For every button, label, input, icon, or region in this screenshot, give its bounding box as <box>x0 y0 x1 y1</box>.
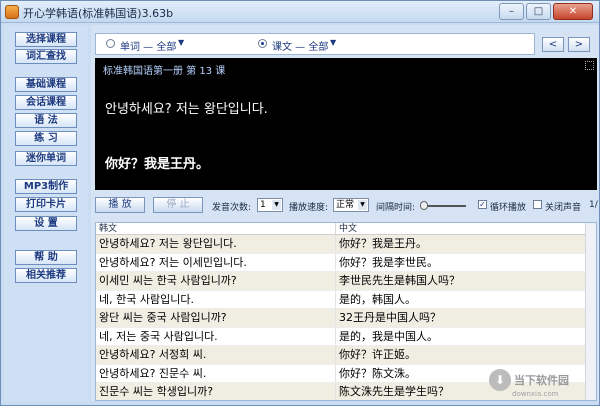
sidebar-item-exercise[interactable]: 练 习 <box>15 131 77 146</box>
text-filter-label[interactable]: 课文 — 全部 <box>272 38 328 53</box>
korean-cell: 네, 한국 사람입니다. <box>96 290 336 308</box>
play-button[interactable]: 播 放 <box>95 197 145 213</box>
sidebar-item-select-course[interactable]: 选择课程 <box>15 32 77 47</box>
window-controls: – □ ✕ <box>497 3 593 20</box>
table-row[interactable]: 안녕하세요? 서정희 씨. 你好？许正姬。 <box>96 346 596 365</box>
playback-controls: 播 放 停 止 发音次数: 1 ▼ 播放速度: 正常 ▼ 间隔时间: ✓ 循环播… <box>95 195 599 217</box>
repeat-label: 发音次数: <box>212 203 252 213</box>
sidebar-item-settings[interactable]: 设 置 <box>15 216 77 231</box>
close-button[interactable]: ✕ <box>553 3 593 20</box>
sidebar-item-mini-words[interactable]: 迷你单词 <box>15 151 77 166</box>
table-row[interactable]: 안녕하세요? 저는 이세민입니다. 你好？我是李世民。 <box>96 253 596 272</box>
watermark-domain: downxia.com <box>512 390 559 398</box>
korean-cell: 안녕하세요? 진문수 씨. <box>96 364 336 382</box>
korean-cell: 네, 저는 중국 사람입니다. <box>96 327 336 345</box>
speed-label: 播放速度: <box>289 203 329 213</box>
interval-slider-thumb[interactable] <box>420 201 428 210</box>
chinese-cell: 是的，我是中国人。 <box>339 329 438 343</box>
chinese-cell: 你好？我是王丹。 <box>339 237 427 250</box>
column-header-korean[interactable]: 韩文 <box>96 223 336 234</box>
korean-cell: 진문수 씨는 학생입니까? <box>96 383 336 400</box>
table-row[interactable]: 안녕하세요? 저는 왕단입니다. 你好？我是王丹。 <box>96 235 596 254</box>
minimize-button[interactable]: – <box>499 3 524 20</box>
sidebar-item-related[interactable]: 相关推荐 <box>15 268 77 283</box>
lesson-title: 标准韩国语第一册 第 13 课 <box>103 66 226 77</box>
sidebar-item-word-search[interactable]: 词汇查找 <box>15 49 77 64</box>
filter-bar: 单词 — 全部 ▼ 课文 — 全部 ▼ <box>95 33 535 55</box>
sidebar: 选择课程 词汇查找 基础课程 会话课程 语 法 练 习 迷你单词 MP3制作 打… <box>4 25 88 401</box>
table-row[interactable]: 왕단 씨는 중국 사람입니까? 32王丹是中国人吗？ <box>96 309 596 328</box>
lesson-display: 标准韩国语第一册 第 13 课 안녕하세요? 저는 왕단입니다. 你好？我是王丹… <box>95 58 597 190</box>
chinese-cell: 李世民先生是韩国人吗？ <box>339 274 460 287</box>
text-radio[interactable] <box>258 39 267 48</box>
chevron-down-icon[interactable]: ▼ <box>330 38 336 47</box>
prev-button[interactable]: < <box>542 37 564 52</box>
sidebar-item-print-cards[interactable]: 打印卡片 <box>15 197 77 212</box>
chevron-down-icon[interactable]: ▼ <box>358 200 367 210</box>
column-header-chinese[interactable]: 中文 <box>336 223 357 234</box>
interval-label: 间隔时间: <box>376 203 416 213</box>
app-window: 开心学韩语(标准韩国语)3.63b – □ ✕ 选择课程 词汇查找 基础课程 会… <box>0 0 600 406</box>
korean-cell: 안녕하세요? 저는 이세민입니다. <box>96 253 336 271</box>
page-indicator: 1/ <box>589 200 598 210</box>
main-panel: 单词 — 全部 ▼ 课文 — 全部 ▼ < > 标准韩国语第一册 第 13 课 … <box>91 25 599 401</box>
korean-cell: 이세민 씨는 한국 사람입니까? <box>96 272 336 290</box>
korean-sentence: 안녕하세요? 저는 왕단입니다. <box>105 102 268 117</box>
korean-cell: 왕단 씨는 중국 사람입니까? <box>96 309 336 327</box>
download-arrow-icon: ⬇ <box>489 369 511 391</box>
mute-checkbox[interactable] <box>533 200 542 209</box>
mute-label: 关闭声音 <box>545 203 582 213</box>
title-bar: 开心学韩语(标准韩国语)3.63b – □ ✕ <box>1 1 599 23</box>
table-row[interactable]: 네, 저는 중국 사람입니다. 是的，我是中国人。 <box>96 327 596 346</box>
sidebar-item-basic-course[interactable]: 基础课程 <box>15 77 77 92</box>
sidebar-item-help[interactable]: 帮 助 <box>15 250 77 265</box>
word-radio[interactable] <box>106 39 115 48</box>
sidebar-item-grammar[interactable]: 语 法 <box>15 113 77 128</box>
loop-label: 循环播放 <box>490 203 527 213</box>
vertical-scrollbar[interactable] <box>585 223 596 400</box>
table-row[interactable]: 이세민 씨는 한국 사람입니까? 李世民先生是韩国人吗？ <box>96 272 596 291</box>
sidebar-item-conversation-course[interactable]: 会话课程 <box>15 95 77 110</box>
watermark: ⬇ 当下软件园 <box>489 369 569 391</box>
chevron-down-icon[interactable]: ▼ <box>272 200 281 210</box>
app-icon <box>5 5 19 19</box>
watermark-name: 当下软件园 <box>514 374 569 387</box>
chinese-sentence: 你好？我是王丹。 <box>105 157 210 172</box>
repeat-select[interactable]: 1 ▼ <box>257 198 283 212</box>
next-button[interactable]: > <box>568 37 590 52</box>
repeat-value: 1 <box>260 200 266 210</box>
korean-cell: 안녕하세요? 저는 왕단입니다. <box>96 235 336 253</box>
chinese-cell: 32王丹是中国人吗？ <box>339 311 441 324</box>
word-filter-label[interactable]: 单词 — 全部 <box>120 38 176 53</box>
maximize-button[interactable]: □ <box>526 3 551 20</box>
table-row[interactable]: 네, 한국 사람입니다. 是的，韩国人。 <box>96 290 596 309</box>
stop-button[interactable]: 停 止 <box>153 197 203 213</box>
window-title: 开心学韩语(标准韩国语)3.63b <box>23 7 174 20</box>
loop-checkbox[interactable]: ✓ <box>478 200 487 209</box>
chevron-down-icon[interactable]: ▼ <box>178 38 184 47</box>
table-header: 韩文 中文 <box>96 223 596 235</box>
chinese-cell: 是的，韩国人。 <box>339 292 416 306</box>
speed-select[interactable]: 正常 ▼ <box>333 198 369 212</box>
chinese-cell: 你好？我是李世民。 <box>339 255 438 269</box>
sidebar-item-mp3-maker[interactable]: MP3制作 <box>15 179 77 194</box>
korean-cell: 안녕하세요? 서정희 씨. <box>96 346 336 364</box>
chinese-cell: 你好？许正姬。 <box>339 348 416 361</box>
speed-value: 正常 <box>336 200 355 210</box>
fullscreen-icon[interactable] <box>585 61 594 70</box>
